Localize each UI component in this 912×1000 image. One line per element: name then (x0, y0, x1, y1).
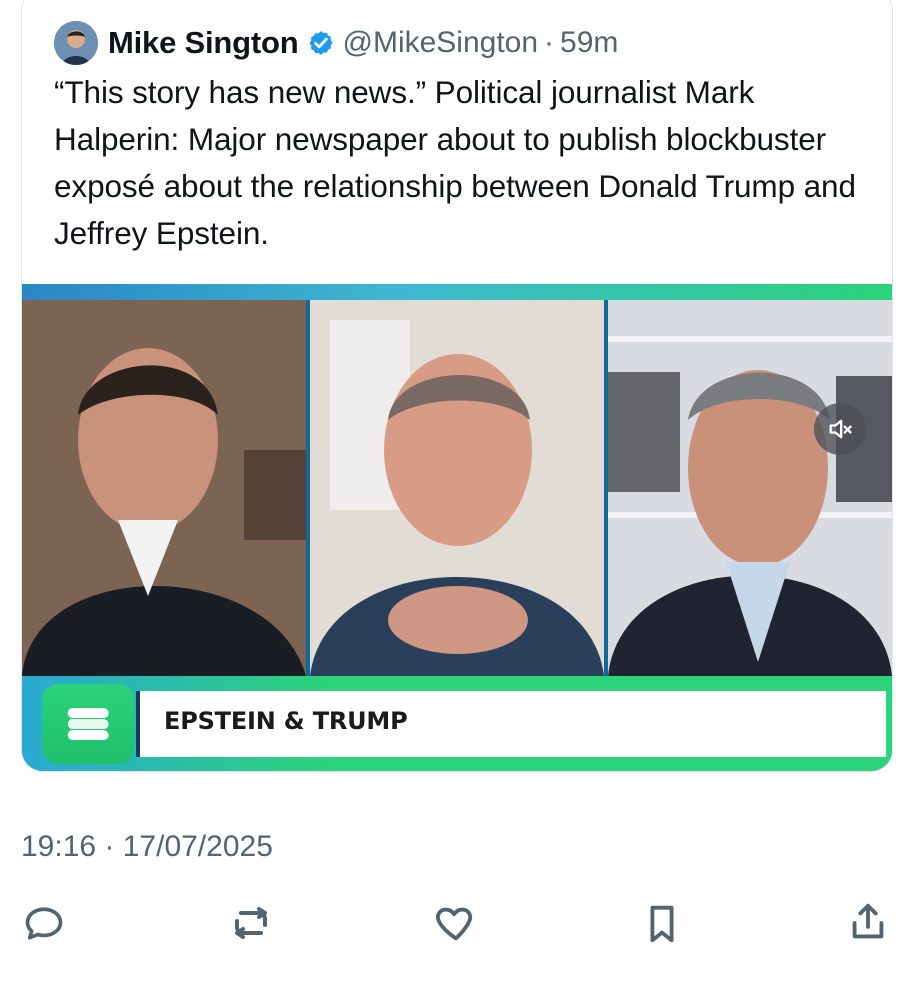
channel-logo (42, 684, 134, 764)
volume-muted-icon[interactable] (814, 403, 866, 455)
reply-icon (22, 901, 66, 950)
post-header: Mike Sington @MikeSington · 59m (54, 19, 618, 67)
repost-button[interactable] (223, 890, 279, 960)
relative-time[interactable]: 59m (560, 26, 618, 60)
like-button[interactable] (428, 890, 484, 960)
bookmark-button[interactable] (634, 890, 690, 960)
quoted-post-card[interactable]: Mike Sington @MikeSington · 59m “This st… (21, 0, 893, 772)
lower-third-banner: EPSTEIN & TRUMP (22, 676, 892, 771)
post-timestamp[interactable]: 19:16 · 17/07/2025 (21, 830, 273, 864)
reply-button[interactable] (16, 890, 72, 960)
video-top-bar (22, 284, 892, 300)
video-panel-right (608, 300, 892, 676)
author-handle[interactable]: @MikeSington (343, 26, 539, 60)
video-player[interactable]: EPSTEIN & TRUMP (22, 284, 892, 771)
share-icon (845, 900, 891, 951)
author-name[interactable]: Mike Sington (108, 25, 299, 61)
verified-badge-icon (307, 29, 335, 57)
video-panel-center (310, 300, 604, 676)
video-panel-left (22, 300, 306, 676)
video-headline: EPSTEIN & TRUMP (164, 707, 408, 735)
repost-icon (227, 899, 275, 952)
author-avatar[interactable] (54, 21, 98, 65)
post-text: “This story has new news.” Political jou… (54, 74, 856, 251)
headline-box: EPSTEIN & TRUMP (136, 691, 886, 757)
share-button[interactable] (840, 890, 896, 960)
separator-dot: · (544, 26, 555, 59)
post-actions-bar (0, 890, 912, 970)
bookmark-icon (639, 900, 685, 951)
heart-icon (433, 900, 479, 951)
